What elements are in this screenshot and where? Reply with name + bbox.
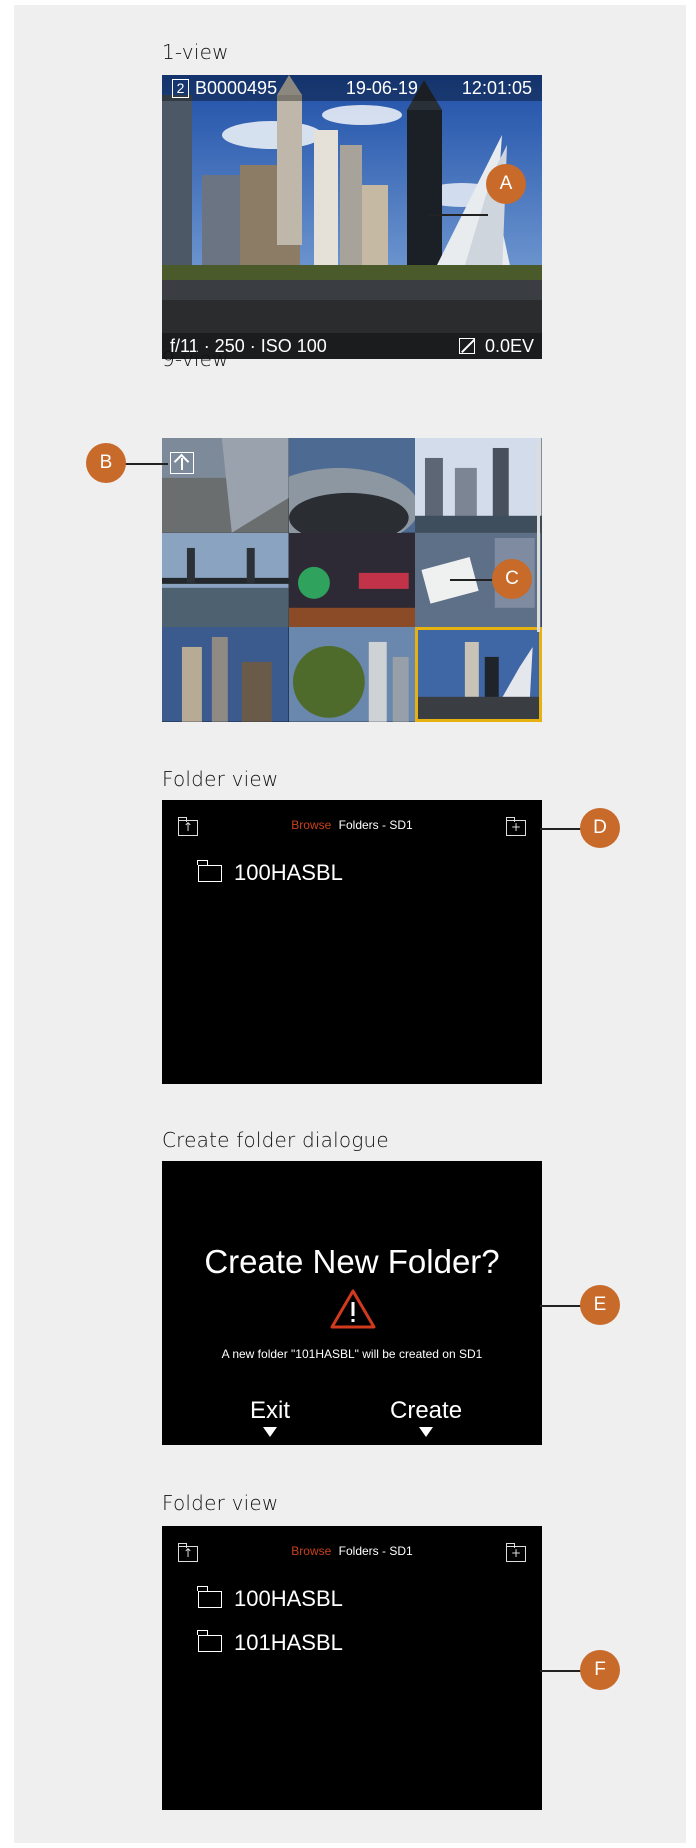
callout-a: A [486, 164, 526, 204]
exit-arrow-icon [263, 1427, 277, 1437]
scrollbar[interactable] [537, 442, 540, 632]
ev-value: 0.0EV [484, 335, 534, 356]
create-arrow-icon [419, 1427, 434, 1437]
screen-folder-view[interactable]: ↑ Browse Folders - SD1 + 100HASBL [162, 800, 542, 1084]
new-folder-icon[interactable]: + [505, 817, 526, 836]
dialog-heading: Create New Folder? [204, 1243, 500, 1280]
thumbnail-4[interactable] [162, 532, 289, 628]
folder-item[interactable]: 101HASBL [197, 1629, 343, 1656]
folder-path-label: Folders - SD1 [338, 818, 413, 832]
photo-main[interactable] [162, 75, 542, 359]
screen-1-view[interactable]: 2 B0000495 19-06-19 12:01:05 f/11 · 250 … [162, 75, 542, 359]
screen-folder-view-2[interactable]: ↑ Browse Folders - SD1 + 100HASBL 101HAS… [162, 1526, 542, 1810]
folder-path-label: Folders - SD1 [338, 1544, 413, 1558]
callout-line-c [450, 579, 494, 581]
browse-header: Browse Folders - SD1 [162, 1544, 542, 1558]
section-title-1-view: 1-view [162, 40, 229, 64]
folder-icon [197, 859, 222, 882]
browse-header: Browse Folders - SD1 [162, 818, 542, 832]
thumbnail-9-selected[interactable] [415, 627, 542, 722]
warning-icon [330, 1289, 376, 1329]
card-slot-badge: 2 [172, 78, 189, 98]
thumbnail-5[interactable] [288, 532, 416, 628]
folder-item[interactable]: 100HASBL [197, 1585, 343, 1612]
exposure-compensation-icon [458, 338, 475, 354]
folder-icon [197, 1585, 222, 1608]
new-folder-icon[interactable]: + [505, 1543, 526, 1562]
section-title-9-view: 9-view [162, 347, 229, 371]
callout-d: D [580, 808, 620, 848]
folder-name: 100HASBL [234, 860, 343, 885]
create-button[interactable]: Create [390, 1397, 462, 1437]
thumbnail-7[interactable] [162, 627, 289, 722]
file-name: B0000495 [195, 77, 278, 98]
folder-name: 100HASBL [234, 1586, 343, 1611]
folder-name: 101HASBL [234, 1630, 343, 1655]
callout-b: B [86, 443, 126, 483]
parent-folder-icon[interactable] [170, 452, 194, 474]
browse-mode-label: Browse [291, 1544, 332, 1558]
dialog-message: A new folder "101HASBL" will be created … [221, 1347, 483, 1361]
section-title-folder-view-2: Folder view [162, 1491, 279, 1515]
info-bar-top: 2 B0000495 19-06-19 12:01:05 [162, 75, 542, 101]
thumbnail-8[interactable] [288, 627, 416, 722]
thumbnail-3[interactable] [415, 438, 542, 533]
thumbnail-2[interactable] [288, 438, 416, 533]
create-button-label: Create [390, 1397, 463, 1424]
folder-icon [197, 1629, 222, 1652]
callout-c: C [492, 559, 532, 599]
exit-button[interactable]: Exit [250, 1397, 290, 1437]
exit-button-label: Exit [250, 1397, 291, 1424]
capture-date: 19-06-19 [345, 77, 418, 98]
capture-time: 12:01:05 [461, 77, 532, 98]
callout-f: F [580, 1650, 620, 1690]
folder-item[interactable]: 100HASBL [197, 859, 343, 886]
browse-mode-label: Browse [291, 818, 332, 832]
screen-create-folder-dialog[interactable]: Create New Folder? A new folder "101HASB… [162, 1161, 542, 1445]
section-title-folder-view: Folder view [162, 767, 279, 791]
section-title-create-folder-dialogue: Create folder dialogue [162, 1128, 389, 1152]
ev-compensation: 0.0EV [458, 335, 534, 357]
callout-line-a [428, 214, 488, 216]
callout-e: E [580, 1285, 620, 1325]
